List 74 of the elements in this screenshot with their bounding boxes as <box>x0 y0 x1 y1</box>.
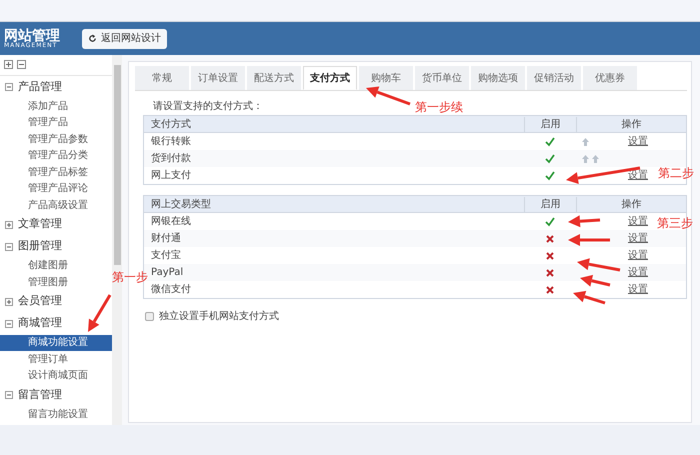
annotation-arrow <box>568 234 610 246</box>
sidebar-item[interactable]: 管理图册 <box>0 274 112 290</box>
table-cell: 财付通 <box>151 233 181 244</box>
sidebar-group[interactable]: 留言管理 <box>18 386 62 404</box>
annotation-arrow <box>580 274 610 287</box>
table-cell: 货到付款 <box>151 153 191 164</box>
logo-title: 网站管理 <box>4 28 60 42</box>
checkbox-label: 独立设置手机网站支付方式 <box>159 310 279 324</box>
sidebar-item[interactable]: 管理订单 <box>0 351 112 368</box>
table-cell: 网上支付 <box>151 170 191 181</box>
tab[interactable]: 支付方式 <box>303 66 357 90</box>
sidebar-group[interactable]: 会员管理 <box>18 293 62 310</box>
sidebar-item[interactable]: 管理产品 <box>0 114 112 131</box>
tab[interactable]: 促销活动 <box>527 66 581 90</box>
sidebar-item[interactable]: 管理产品评论 <box>0 180 112 197</box>
annotation-text: 第一步 <box>112 269 148 286</box>
settings-link[interactable]: 设置 <box>628 231 648 246</box>
settings-link[interactable]: 设置 <box>628 214 648 229</box>
tab[interactable]: 购物车 <box>359 66 413 90</box>
refresh-icon <box>88 34 97 43</box>
annotation-arrow <box>88 294 112 332</box>
sidebar-group[interactable]: 商城管理 <box>18 315 62 332</box>
column-header: 操作 <box>576 196 686 212</box>
sidebar-group[interactable]: 文章管理 <box>18 216 62 233</box>
sidebar-item[interactable]: 设计商城页面 <box>0 368 112 384</box>
tab[interactable]: 配送方式 <box>247 66 301 90</box>
annotation-arrow <box>573 290 606 304</box>
collapse-icon[interactable] <box>5 83 13 91</box>
sidebar-item[interactable]: 添加产品 <box>0 98 112 114</box>
collapse-icon[interactable] <box>5 320 13 328</box>
table-cell: 银行转账 <box>151 136 191 147</box>
tab[interactable]: 购物选项 <box>471 66 525 90</box>
settings-link[interactable]: 设置 <box>628 282 648 297</box>
expand-all-icon[interactable] <box>4 60 13 69</box>
sidebar-item[interactable]: 商城功能设置 <box>0 334 112 351</box>
table-cell: 网银在线 <box>151 216 191 227</box>
back-button[interactable]: 返回网站设计 <box>82 28 167 48</box>
tab[interactable]: 订单设置 <box>191 66 245 90</box>
tab[interactable]: 货币单位 <box>415 66 469 90</box>
tab[interactable]: 常规 <box>135 66 189 90</box>
column-header: 支付方式 <box>150 118 192 132</box>
annotation-arrow <box>577 258 620 272</box>
annotation-arrow <box>366 86 411 106</box>
annotation-arrow <box>568 215 600 228</box>
scrollbar-thumb[interactable] <box>114 65 120 265</box>
column-header: 网上交易类型 <box>150 198 212 212</box>
annotation-text: 第三步 <box>657 215 693 232</box>
annotation-text: 第一步续 <box>415 99 463 116</box>
expand-icon[interactable] <box>5 220 13 228</box>
table-cell: PayPal <box>151 267 184 278</box>
column-header: 启用 <box>524 196 576 212</box>
sidebar-item[interactable]: 管理产品标签 <box>0 164 112 180</box>
table-cell: 微信支付 <box>151 284 191 295</box>
tab[interactable]: 优惠券 <box>583 66 637 90</box>
annotation-text: 第二步 <box>658 165 694 182</box>
intro-text: 请设置支持的支付方式： <box>153 101 263 112</box>
sidebar-item[interactable]: 管理产品分类 <box>0 148 112 164</box>
sidebar-item[interactable]: 产品高级设置 <box>0 197 112 214</box>
collapse-icon[interactable] <box>5 391 13 399</box>
sidebar-group[interactable]: 图册管理 <box>18 238 62 255</box>
table-cell: 支付宝 <box>151 250 181 261</box>
settings-link[interactable]: 设置 <box>628 248 648 263</box>
sidebar-item[interactable]: 创建图册 <box>0 258 112 274</box>
column-header: 启用 <box>524 116 576 132</box>
column-header: 操作 <box>576 116 686 132</box>
settings-link[interactable]: 设置 <box>628 134 648 149</box>
sidebar-item[interactable]: 留言功能设置 <box>0 406 112 422</box>
sidebar-group[interactable]: 产品管理 <box>18 78 62 96</box>
settings-link[interactable]: 设置 <box>628 265 648 280</box>
sidebar-item[interactable]: 管理产品参数 <box>0 131 112 148</box>
collapse-icon[interactable] <box>5 242 13 250</box>
collapse-all-icon[interactable] <box>17 60 26 69</box>
expand-icon[interactable] <box>5 298 13 306</box>
checkbox[interactable] <box>145 312 154 321</box>
